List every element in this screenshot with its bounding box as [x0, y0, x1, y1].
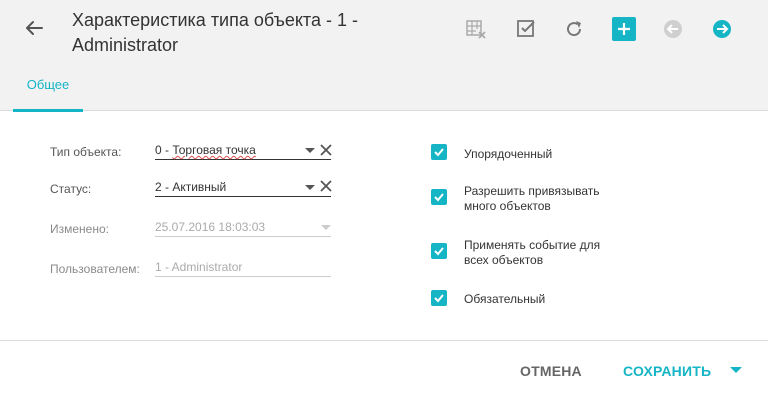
footer: ОТМЕНА СОХРАНИТЬ [0, 340, 768, 399]
chevron-down-icon [321, 225, 331, 230]
checkbox-ordered-label: Упорядоченный [464, 147, 553, 161]
next-button[interactable] [710, 17, 734, 41]
checkbox-required-label: Обязательный [464, 292, 546, 306]
arrow-right-circle-icon [713, 20, 731, 38]
close-icon [320, 180, 332, 192]
checkbox-apply-event-label: Применять событие для всех объектов [464, 238, 601, 267]
page-title: Характеристика типа объекта - 1 - Admini… [72, 10, 358, 55]
add-icon [618, 23, 630, 35]
save-button[interactable]: СОХРАНИТЬ [623, 363, 711, 379]
form-panel: Тип объекта: 0 - Торговая точка Статус: … [0, 112, 768, 340]
checkbox-apply-event[interactable] [431, 243, 447, 259]
checkbox-required[interactable] [431, 290, 447, 306]
status-select[interactable]: 2 - Активный [155, 177, 331, 197]
previous-button[interactable] [661, 17, 685, 41]
modified-value: 25.07.2016 18:03:03 [155, 220, 266, 234]
back-button[interactable] [20, 14, 48, 42]
refresh-button[interactable] [562, 17, 586, 41]
checkbox-allow-multiple-label: Разрешить привязывать много объектов [464, 184, 600, 213]
user-label: Пользователем: [50, 262, 140, 276]
object-type-label: Тип объекта: [50, 145, 122, 159]
cancel-table-button[interactable] [464, 17, 488, 41]
close-icon [320, 144, 332, 156]
status-label: Статус: [50, 182, 92, 196]
clear-object-type-button[interactable] [319, 143, 333, 157]
tab-label: Общее [26, 77, 70, 92]
modified-field: 25.07.2016 18:03:03 [155, 217, 331, 237]
user-value: 1 - Administrator [155, 260, 243, 274]
check-icon [434, 148, 444, 157]
arrow-left-icon [26, 21, 43, 35]
modified-label: Изменено: [50, 222, 109, 236]
object-type-value-text: Торговая точка [172, 143, 256, 157]
cancel-table-icon [466, 20, 486, 39]
checkbox-allow-multiple[interactable] [431, 189, 447, 205]
check-button[interactable] [514, 17, 538, 41]
check-icon [434, 247, 444, 256]
header: Характеристика типа объекта - 1 - Admini… [0, 0, 768, 112]
object-type-value: 0 - Торговая точка [155, 143, 256, 157]
status-value: 2 - Активный [155, 180, 227, 194]
clear-status-button[interactable] [319, 179, 333, 193]
cancel-button[interactable]: ОТМЕНА [520, 363, 582, 379]
chevron-down-icon [305, 148, 315, 153]
object-type-select[interactable]: 0 - Торговая точка [155, 140, 331, 160]
check-icon [434, 193, 444, 202]
save-menu-chevron-down-icon[interactable] [730, 367, 742, 373]
arrow-left-circle-icon [664, 20, 682, 38]
user-field: 1 - Administrator [155, 257, 331, 277]
check-icon [517, 20, 535, 37]
chevron-down-icon [305, 185, 315, 190]
tab-general[interactable]: Общее [13, 68, 83, 112]
check-icon [434, 294, 444, 303]
add-button[interactable] [612, 17, 636, 41]
refresh-icon [567, 21, 582, 37]
checkbox-ordered[interactable] [431, 144, 447, 160]
object-type-value-prefix: 0 [155, 143, 162, 157]
object-type-value-sep: - [161, 143, 173, 157]
